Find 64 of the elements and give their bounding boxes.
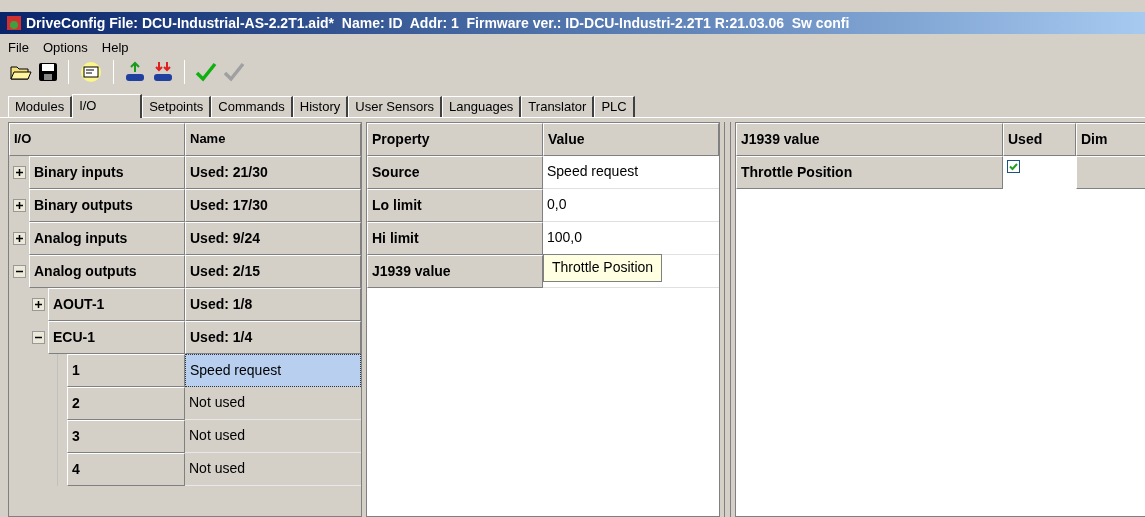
- tab[interactable]: Commands: [211, 95, 293, 117]
- property-label: Lo limit: [367, 188, 543, 222]
- tab[interactable]: History: [292, 95, 349, 117]
- menu-item[interactable]: Help: [101, 38, 129, 58]
- column-header[interactable]: Property: [367, 122, 543, 156]
- check-icon[interactable]: [195, 61, 217, 82]
- column-header[interactable]: Name: [185, 122, 361, 156]
- tree-item[interactable]: 4: [67, 452, 185, 486]
- menu-item[interactable]: Options: [42, 38, 88, 58]
- name-cell[interactable]: Speed request: [185, 353, 361, 387]
- property-label: Source: [367, 155, 543, 189]
- column-header[interactable]: Used: [1003, 122, 1076, 156]
- plus-icon: [14, 233, 24, 243]
- tab[interactable]: Translator: [521, 95, 595, 117]
- app-icon: [6, 15, 22, 31]
- expand-button[interactable]: [12, 198, 26, 212]
- plus-icon: [14, 167, 24, 177]
- title-text: DriveConfig File: DCU-Industrial-AS-2.2T1.aid* Name: ID Addr: 1 Firmware ver.: ID-DCU-Industri-2.2T1 R:21.03.06 Sw confi: [26, 13, 850, 33]
- tree-item[interactable]: Analog inputs: [29, 221, 185, 255]
- card-icon[interactable]: [79, 60, 103, 83]
- tree-item[interactable]: ECU-1: [48, 320, 185, 354]
- name-cell: Used: 9/24: [185, 221, 361, 255]
- expand-button[interactable]: [12, 165, 26, 179]
- tab[interactable]: User Sensors: [348, 95, 442, 117]
- value-cell[interactable]: 0,0: [543, 194, 571, 215]
- tree-item[interactable]: Binary inputs: [29, 155, 185, 189]
- name-cell: Used: 2/15: [185, 254, 361, 288]
- tree-item[interactable]: 2: [67, 386, 185, 420]
- value-cell[interactable]: Speed request: [543, 161, 643, 182]
- name-cell: Used: 17/30: [185, 188, 361, 222]
- collapse-button[interactable]: [12, 264, 26, 278]
- tab[interactable]: PLC: [594, 95, 635, 117]
- column-header[interactable]: I/O: [9, 122, 185, 156]
- value-cell[interactable]: 100,0: [543, 227, 587, 248]
- save-icon[interactable]: [38, 61, 58, 82]
- name-cell: Used: 21/30: [185, 155, 361, 189]
- column-header[interactable]: Dim: [1076, 122, 1145, 156]
- tree-item[interactable]: 1: [67, 353, 185, 387]
- tab[interactable]: I/O: [72, 93, 143, 118]
- tree-item[interactable]: 3: [67, 419, 185, 453]
- tab[interactable]: Setpoints: [142, 95, 212, 117]
- column-header[interactable]: J1939 value: [736, 122, 1003, 156]
- expand-button[interactable]: [12, 231, 26, 245]
- expand-button[interactable]: [31, 297, 45, 311]
- plus-icon: [33, 299, 43, 309]
- tree-item[interactable]: AOUT-1: [48, 287, 185, 321]
- tab[interactable]: Modules: [8, 95, 73, 117]
- download-icon[interactable]: [152, 60, 174, 83]
- plus-icon: [14, 200, 24, 210]
- j1939-value-cell: Throttle Position: [736, 155, 1003, 189]
- tab[interactable]: Languages: [442, 95, 522, 117]
- name-cell: Used: 1/4: [185, 320, 361, 354]
- property-label: Hi limit: [367, 221, 543, 255]
- upload-icon[interactable]: [124, 60, 146, 83]
- menu-item[interactable]: File: [8, 38, 29, 58]
- tree-item[interactable]: Analog outputs: [29, 254, 185, 288]
- name-cell: Used: 1/8: [185, 287, 361, 321]
- property-label: J1939 value: [367, 254, 543, 288]
- used-checkbox[interactable]: [1007, 159, 1020, 173]
- collapse-button[interactable]: [31, 330, 45, 344]
- column-header[interactable]: Value: [543, 122, 719, 156]
- value-editor[interactable]: Throttle Position: [543, 253, 663, 282]
- tree-item[interactable]: Binary outputs: [29, 188, 185, 222]
- splitter[interactable]: [724, 121, 731, 517]
